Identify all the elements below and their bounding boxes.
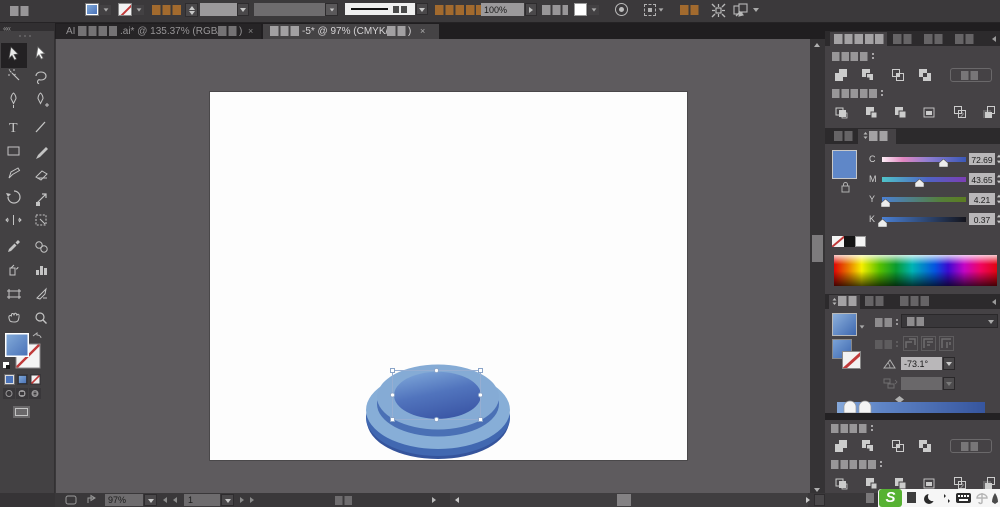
svg-text:T: T [9,121,18,136]
